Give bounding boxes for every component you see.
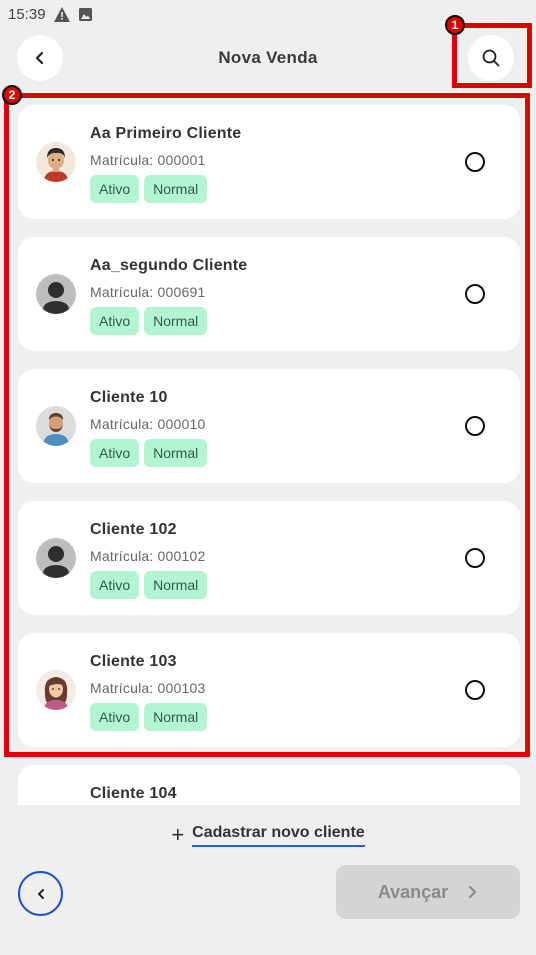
page-title: Nova Venda <box>218 48 318 67</box>
status-badge: Ativo <box>90 307 140 335</box>
client-matricula: Matrícula: 000102 <box>90 548 206 564</box>
client-card[interactable]: Cliente 103 Matrícula: 000103 Ativo Norm… <box>18 633 520 747</box>
annotation-badge-1: 1 <box>445 15 465 35</box>
client-card[interactable]: Cliente 102 Matrícula: 000102 Ativo Norm… <box>18 501 520 615</box>
add-client-link[interactable]: + Cadastrar novo cliente <box>0 820 536 850</box>
client-tags: Ativo Normal <box>90 571 208 599</box>
search-icon <box>482 49 500 67</box>
select-radio[interactable] <box>465 548 485 568</box>
chevron-right-icon <box>469 885 477 899</box>
client-tags: Ativo Normal <box>90 703 208 731</box>
client-tags: Ativo Normal <box>90 307 208 335</box>
plus-icon: + <box>171 822 185 847</box>
type-badge: Normal <box>144 439 208 467</box>
status-badge: Ativo <box>90 703 140 731</box>
chevron-left-icon <box>37 888 44 899</box>
client-name: Cliente 103 <box>90 653 177 670</box>
client-card[interactable]: Cliente 104 <box>18 765 520 805</box>
annotation-badge-2: 2 <box>2 85 22 105</box>
type-badge: Normal <box>144 703 208 731</box>
warning-icon <box>53 6 70 22</box>
app-header: Nova Venda <box>0 28 536 90</box>
client-name: Aa_segundo Cliente <box>90 257 248 274</box>
default-person-avatar <box>36 274 76 314</box>
default-person-avatar <box>36 538 76 578</box>
client-card[interactable]: Cliente 10 Matrícula: 000010 Ativo Norma… <box>18 369 520 483</box>
next-button[interactable]: Avançar <box>336 865 520 919</box>
search-button[interactable] <box>468 35 514 81</box>
status-badge: Ativo <box>90 571 140 599</box>
select-radio[interactable] <box>465 284 485 304</box>
bearded-man-avatar <box>36 406 76 446</box>
client-card[interactable]: Aa_segundo Cliente Matrícula: 000691 Ati… <box>18 237 520 351</box>
male-cartoon-avatar <box>36 142 76 182</box>
type-badge: Normal <box>144 175 208 203</box>
client-card[interactable]: Aa Primeiro Cliente Matrícula: 000001 At… <box>18 105 520 219</box>
image-notification-icon <box>78 6 94 22</box>
type-badge: Normal <box>144 571 208 599</box>
status-badge: Ativo <box>90 439 140 467</box>
select-radio[interactable] <box>465 416 485 436</box>
client-tags: Ativo Normal <box>90 175 208 203</box>
type-badge: Normal <box>144 307 208 335</box>
status-time: 15:39 <box>8 5 46 23</box>
client-list[interactable]: Aa Primeiro Cliente Matrícula: 000001 At… <box>0 100 536 805</box>
female-cartoon-avatar <box>36 670 76 710</box>
select-radio[interactable] <box>465 680 485 700</box>
client-matricula: Matrícula: 000103 <box>90 680 206 696</box>
client-matricula: Matrícula: 000691 <box>90 284 206 300</box>
add-client-label: Cadastrar novo cliente <box>192 824 365 847</box>
next-button-label: Avançar <box>377 881 449 902</box>
client-name: Cliente 104 <box>90 785 177 802</box>
client-name: Cliente 102 <box>90 521 177 538</box>
client-name: Cliente 10 <box>90 389 168 406</box>
select-radio[interactable] <box>465 152 485 172</box>
client-matricula: Matrícula: 000010 <box>90 416 206 432</box>
footer-back-button[interactable] <box>18 871 63 916</box>
client-tags: Ativo Normal <box>90 439 208 467</box>
client-name: Aa Primeiro Cliente <box>90 125 242 142</box>
status-badge: Ativo <box>90 175 140 203</box>
client-matricula: Matrícula: 000001 <box>90 152 206 168</box>
